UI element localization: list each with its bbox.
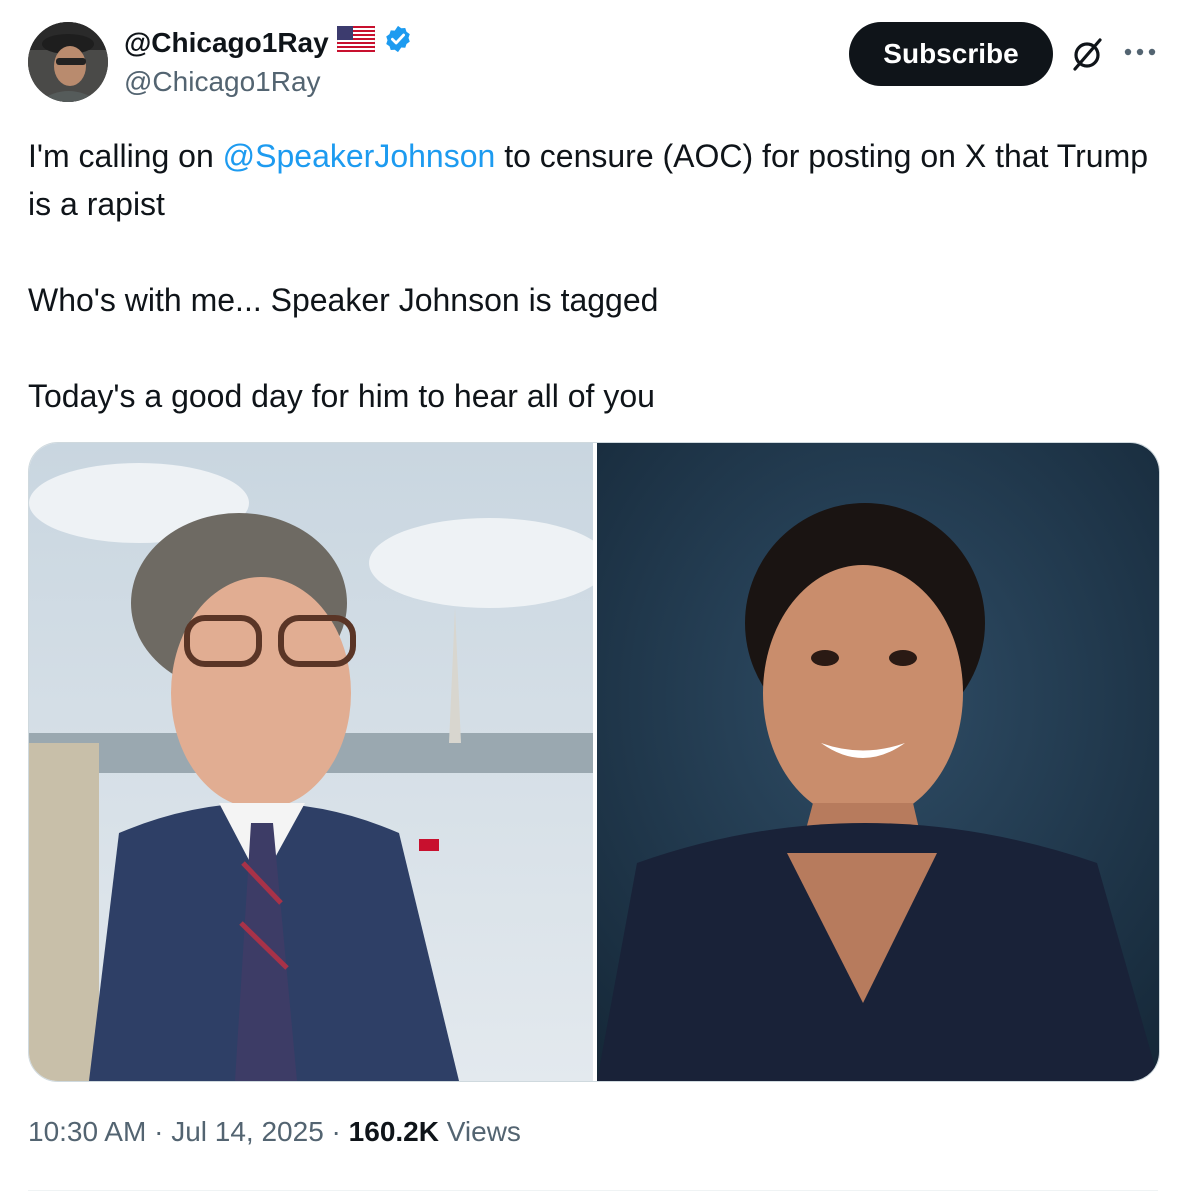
tweet-text: I'm calling on @SpeakerJohnson to censur… bbox=[28, 132, 1158, 420]
author-handle[interactable]: @Chicago1Ray bbox=[124, 66, 321, 98]
photo-speaker-johnson[interactable] bbox=[29, 443, 593, 1081]
views-count: 160.2K bbox=[348, 1116, 439, 1147]
us-flag-icon bbox=[336, 25, 376, 59]
media-grid bbox=[28, 442, 1160, 1082]
author-avatar[interactable] bbox=[28, 22, 108, 102]
subscribe-button[interactable]: Subscribe bbox=[849, 22, 1053, 86]
author-name-row[interactable]: @Chicago1Ray bbox=[124, 24, 413, 61]
bottom-divider bbox=[28, 1190, 1158, 1191]
tweet-text-lead: I'm calling on bbox=[28, 138, 223, 174]
tweet-time[interactable]: 10:30 AM bbox=[28, 1116, 146, 1148]
grok-icon[interactable] bbox=[1070, 36, 1104, 72]
photo-aoc[interactable] bbox=[597, 443, 1159, 1081]
author-display-name[interactable]: @Chicago1Ray bbox=[124, 27, 329, 59]
more-icon[interactable] bbox=[1120, 34, 1160, 70]
views-label: Views bbox=[438, 1116, 521, 1147]
tweet-line-1: I'm calling on @SpeakerJohnson to censur… bbox=[28, 132, 1158, 228]
verified-badge-icon[interactable] bbox=[383, 24, 413, 61]
meta-separator: · bbox=[146, 1116, 172, 1147]
tweet-line-3: Today's a good day for him to hear all o… bbox=[28, 378, 655, 414]
tweet-date[interactable]: Jul 14, 2025 bbox=[171, 1116, 324, 1148]
mention-link[interactable]: @SpeakerJohnson bbox=[223, 138, 496, 174]
tweet-line-2: Who's with me... Speaker Johnson is tagg… bbox=[28, 282, 659, 318]
meta-separator: · bbox=[323, 1116, 349, 1147]
tweet-meta: 10:30 AM · Jul 14, 2025 · 160.2K Views bbox=[28, 1116, 521, 1148]
